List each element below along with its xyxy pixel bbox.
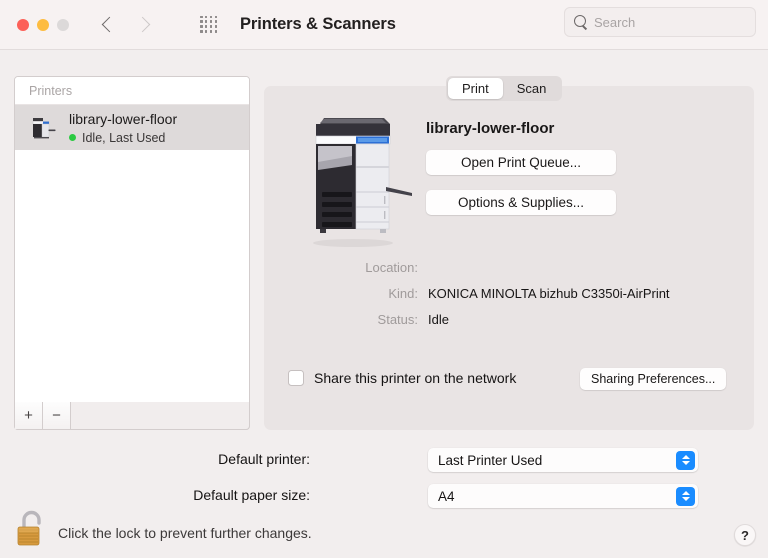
unlocked-padlock-icon[interactable] xyxy=(14,508,50,550)
open-print-queue-button[interactable]: Open Print Queue... xyxy=(426,150,616,175)
field-kind-label: Kind: xyxy=(388,286,418,301)
minimize-button[interactable] xyxy=(37,18,49,31)
printer-icon xyxy=(27,111,61,145)
list-item-text: library-lower-floor Idle, Last Used xyxy=(69,111,177,145)
share-printer-checkbox[interactable] xyxy=(288,370,304,386)
default-paper-size-value: A4 xyxy=(438,488,455,504)
remove-printer-button[interactable]: − xyxy=(43,402,71,429)
tab-scan[interactable]: Scan xyxy=(503,78,561,99)
grid-apps-icon[interactable] xyxy=(200,15,218,34)
printer-list-toolbar: + − xyxy=(14,402,250,430)
page-title: Printers & Scanners xyxy=(240,15,396,33)
printer-list: Printers library-lower-floor Idle, Last … xyxy=(14,76,250,430)
status-dot-icon xyxy=(69,134,76,141)
printer-list-header: Printers xyxy=(15,77,249,105)
chevron-left-icon[interactable] xyxy=(103,16,114,34)
printers-scanners-window: Printers & Scanners Search Printers libr… xyxy=(0,0,768,558)
status-badge: Idle, Last Used xyxy=(69,131,177,145)
search-input[interactable]: Search xyxy=(564,7,756,37)
options-supplies-button[interactable]: Options & Supplies... xyxy=(426,190,616,215)
help-button[interactable]: ? xyxy=(734,524,756,546)
traffic-light-buttons xyxy=(17,18,69,31)
printer-illustration xyxy=(294,110,412,250)
share-printer-row[interactable]: Share this printer on the network xyxy=(288,370,516,386)
default-printer-select[interactable]: Last Printer Used xyxy=(428,448,698,472)
window-titlebar: Printers & Scanners Search xyxy=(0,0,768,50)
printer-status-text: Idle, Last Used xyxy=(82,130,166,145)
field-kind-value: KONICA MINOLTA bizhub C3350i-AirPrint xyxy=(428,286,670,301)
tab-print[interactable]: Print xyxy=(448,78,503,99)
chevron-updown-icon[interactable] xyxy=(676,450,695,470)
field-status-label: Status: xyxy=(377,312,418,327)
print-scan-tabs: Print Scan xyxy=(446,76,563,101)
share-printer-label: Share this printer on the network xyxy=(314,370,517,386)
lock-hint-text: Click the lock to prevent further change… xyxy=(58,525,312,541)
zoom-button xyxy=(57,18,69,31)
navigation-controls xyxy=(103,15,218,34)
chevron-updown-icon[interactable] xyxy=(676,486,695,506)
field-location-label: Location: xyxy=(365,260,418,275)
field-status-value: Idle xyxy=(428,312,449,327)
printer-name: library-lower-floor xyxy=(69,110,178,127)
chevron-right-icon xyxy=(137,16,148,34)
default-paper-size-select[interactable]: A4 xyxy=(428,484,698,508)
close-button[interactable] xyxy=(17,18,29,31)
list-item[interactable]: library-lower-floor Idle, Last Used xyxy=(15,105,249,150)
sharing-preferences-button[interactable]: Sharing Preferences... xyxy=(580,368,727,390)
default-printer-label: Default printer: xyxy=(218,451,310,467)
default-paper-size-label: Default paper size: xyxy=(193,487,310,503)
add-printer-button[interactable]: + xyxy=(15,402,43,429)
device-name: library-lower-floor xyxy=(426,120,555,137)
search-placeholder: Search xyxy=(594,14,636,30)
search-icon xyxy=(574,15,588,29)
default-printer-value: Last Printer Used xyxy=(438,452,543,468)
